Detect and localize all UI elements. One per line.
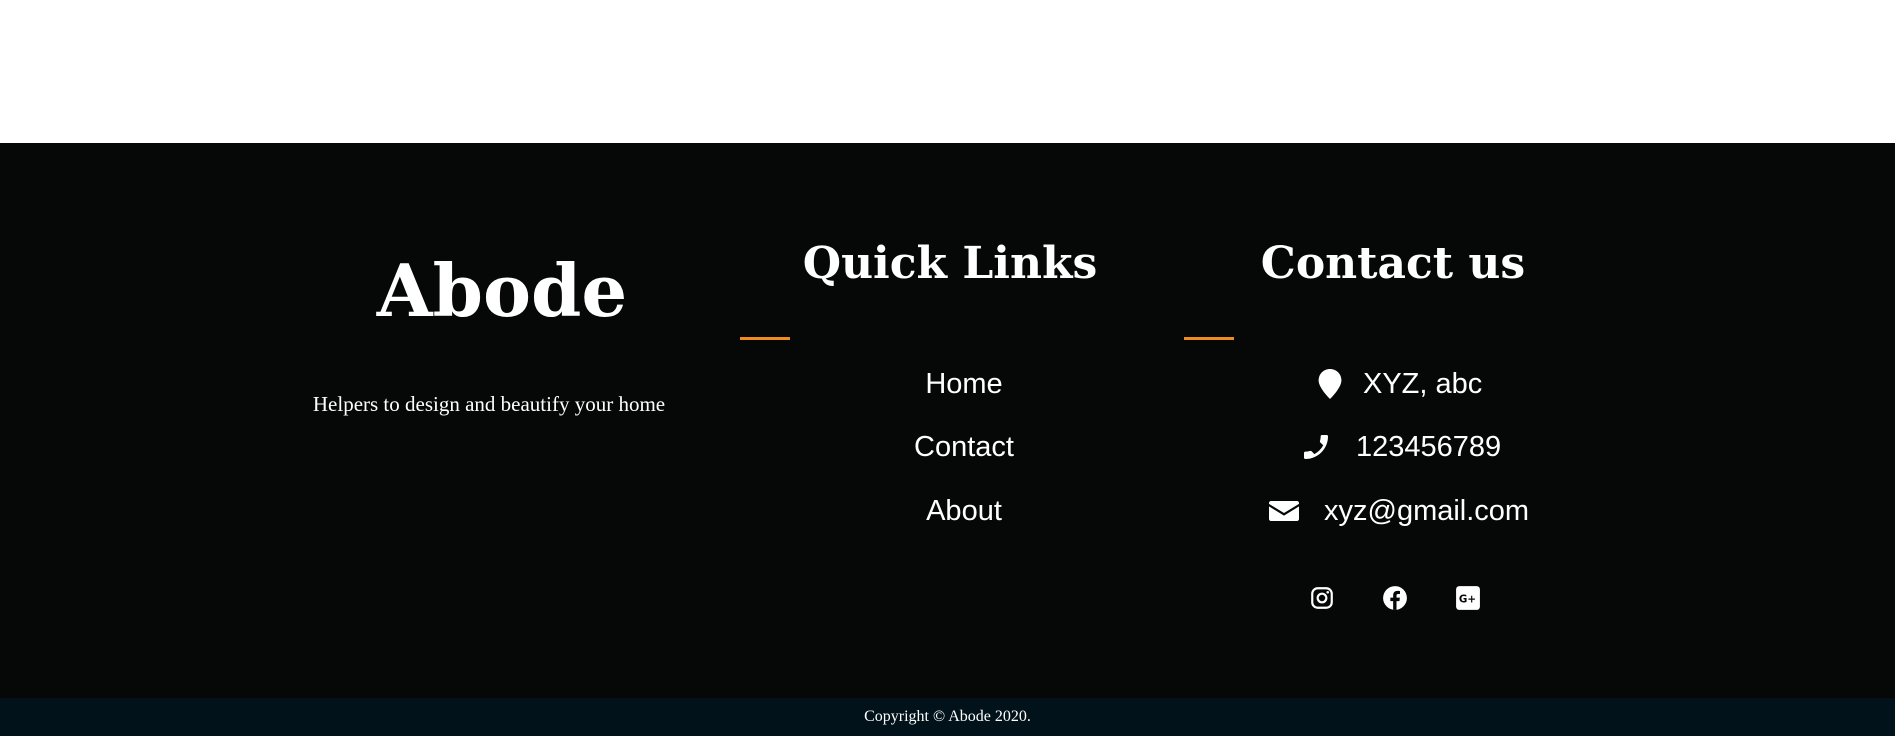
footer-link-contact[interactable]: Contact xyxy=(864,429,1064,465)
brand-title: Abode xyxy=(376,248,628,333)
contact-email-text: xyz@gmail.com xyxy=(1324,495,1530,527)
contact-address: XYZ, abc xyxy=(1317,366,1482,402)
quick-links-divider xyxy=(740,337,790,340)
envelope-icon xyxy=(1269,501,1299,521)
contact-phone: 123456789 xyxy=(1300,429,1501,465)
svg-text:G+: G+ xyxy=(1459,594,1476,606)
copyright-text: Copyright © Abode 2020. xyxy=(864,708,1031,725)
location-pin-icon xyxy=(1318,369,1342,399)
google-plus-icon[interactable]: G+ xyxy=(1455,585,1481,611)
instagram-icon[interactable] xyxy=(1309,585,1335,611)
phone-icon xyxy=(1304,435,1328,459)
footer-link-home[interactable]: Home xyxy=(864,366,1064,402)
contact-heading: Contact us xyxy=(1260,238,1526,289)
quick-links-heading: Quick Links xyxy=(802,238,1098,289)
facebook-icon[interactable] xyxy=(1382,585,1408,611)
brand-tagline: Helpers to design and beautify your home xyxy=(312,392,666,416)
contact-email: xyz@gmail.com xyxy=(1268,493,1529,529)
copyright-bar: Copyright © Abode 2020. xyxy=(0,698,1895,736)
site-footer: Abode Helpers to design and beautify you… xyxy=(0,143,1895,698)
contact-phone-text: 123456789 xyxy=(1356,431,1502,463)
footer-link-about[interactable]: About xyxy=(864,493,1064,529)
page-top-area xyxy=(0,0,1895,143)
contact-address-text: XYZ, abc xyxy=(1363,368,1483,400)
contact-divider xyxy=(1184,337,1234,340)
